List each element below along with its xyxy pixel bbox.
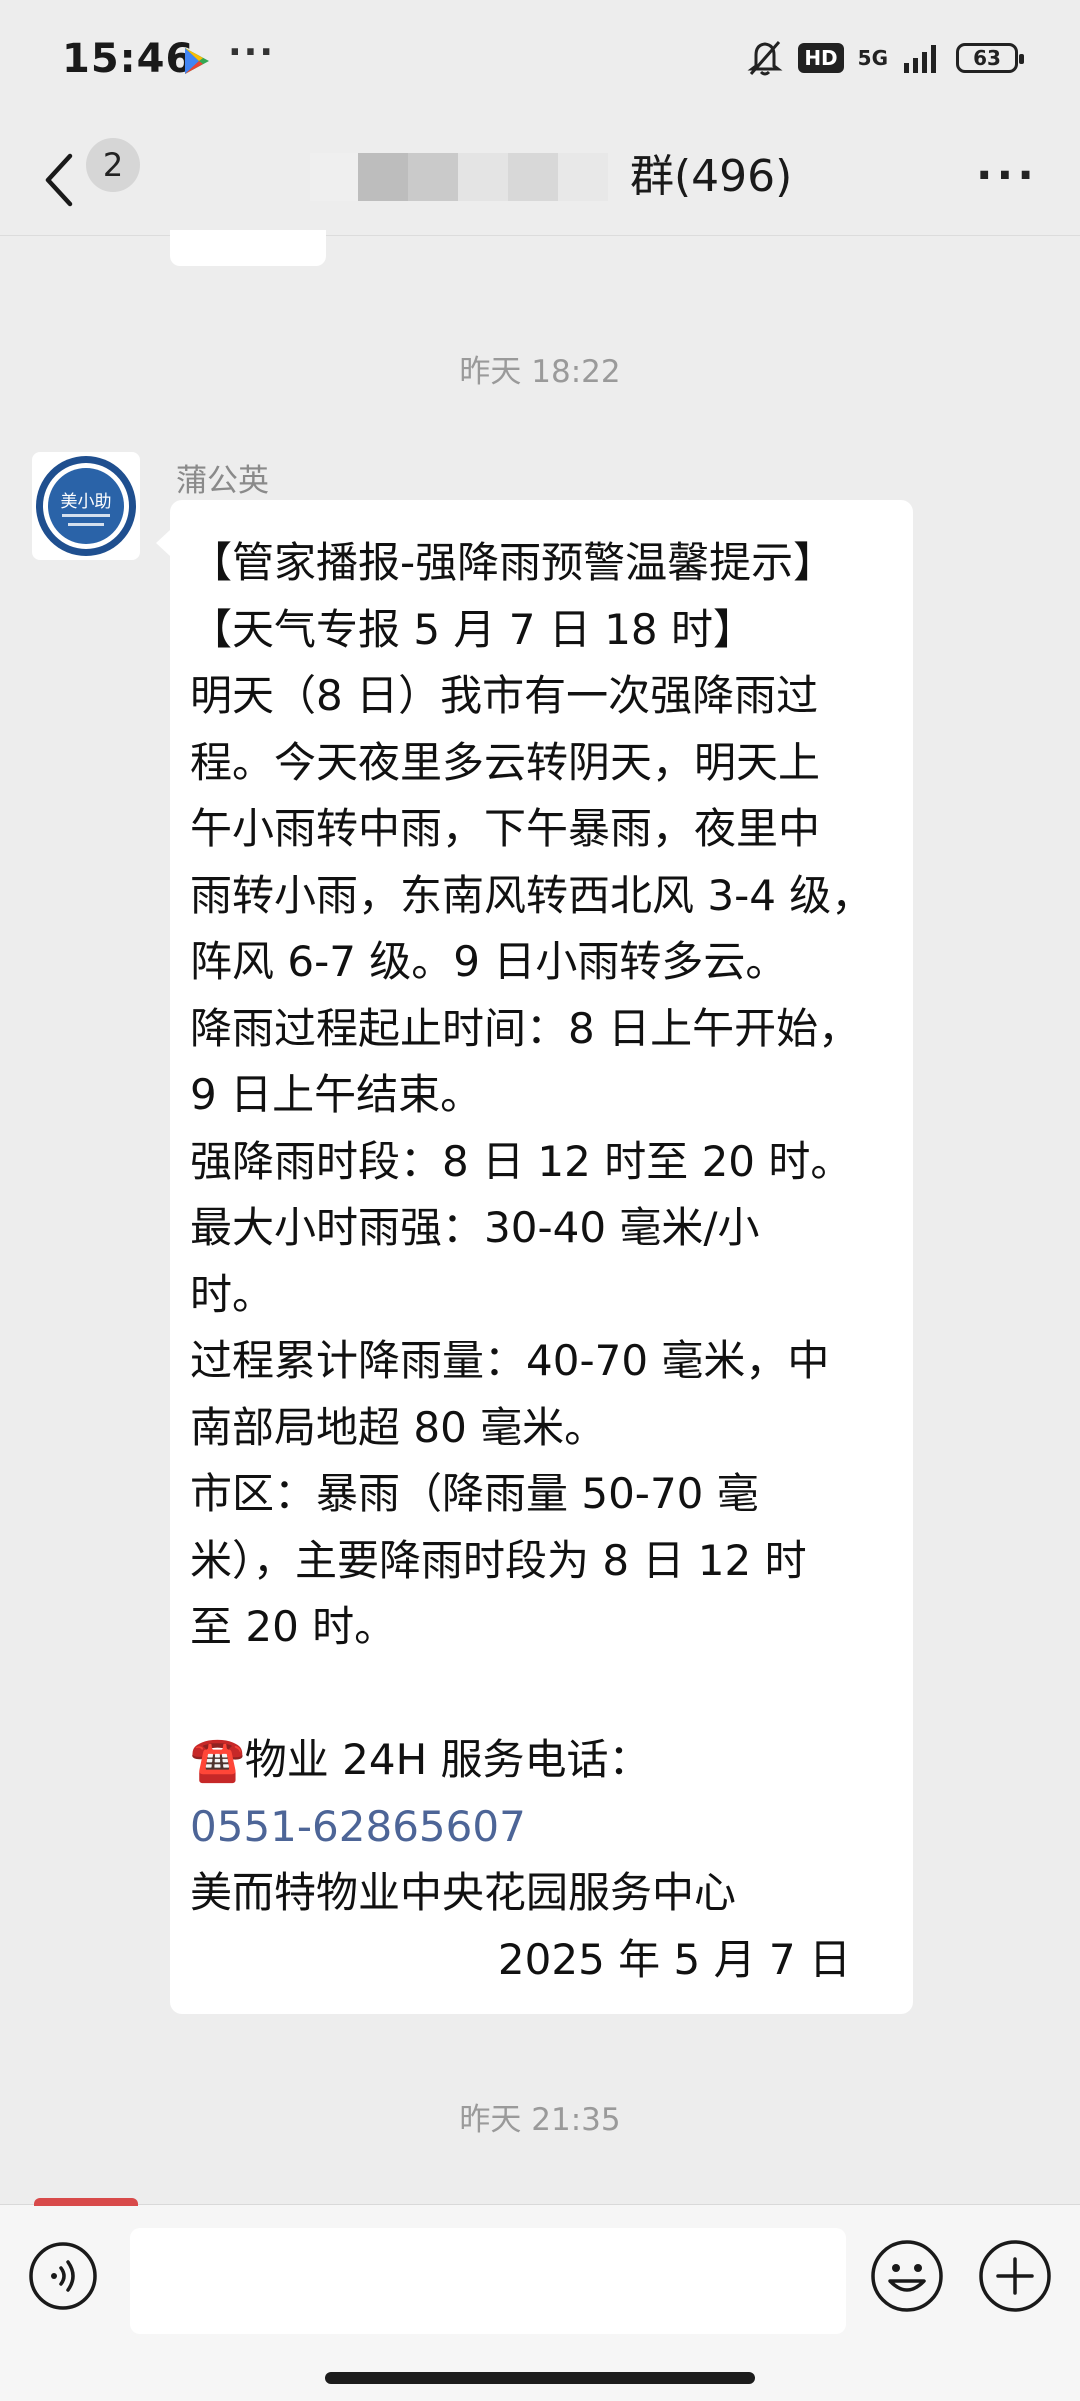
message-line: 至 20 时。 [190, 1602, 397, 1651]
battery-icon: 63 [956, 43, 1024, 73]
message-line: 雨转小雨，东南风转西北风 3-4 级， [190, 870, 874, 920]
title-redacted-blur [458, 153, 508, 201]
signal-icon [904, 45, 936, 73]
chat-title[interactable]: 群(496) [630, 140, 792, 204]
status-bar: 15:46 ··· HD 5G 63 [0, 0, 1080, 130]
message-bubble[interactable]: 【管家播报-强降雨预警温馨提示】 【天气专报 5 月 7 日 18 时】 明天（… [156, 500, 913, 2014]
date-line: 2025 年 5 月 7 日 [497, 1934, 851, 1984]
back-arrow-icon[interactable] [40, 148, 80, 212]
next-sender-avatar[interactable] [34, 2198, 138, 2206]
message-line: 强降雨时段：8 日 12 时至 20 时。 [190, 1136, 853, 1186]
sender-avatar[interactable]: 美小助 [32, 452, 140, 560]
message-line: 降雨过程起止时间：8 日上午开始， [190, 1003, 861, 1053]
message-line: 9 日上午结束。 [190, 1070, 483, 1119]
service-line: ☎️物业 24H 服务电话： [190, 1727, 893, 1794]
message-line: 明天（8 日）我市有一次强降雨过 [190, 671, 819, 720]
emoji-icon[interactable] [870, 2239, 944, 2313]
previous-message-bubble[interactable] [170, 230, 326, 266]
unread-count-badge[interactable]: 2 [86, 138, 140, 192]
sender-name: 蒲公英 [176, 463, 269, 499]
message-line: 过程累计降雨量：40-70 毫米，中 [190, 1336, 830, 1385]
hd-icon: HD [798, 43, 844, 73]
message-line: 【管家播报-强降雨预警温馨提示】 [190, 538, 836, 587]
status-time: 15:46 [62, 36, 195, 82]
title-redacted-blur [358, 153, 408, 201]
message-line: 阵风 6-7 级。9 日小雨转多云。 [190, 937, 788, 986]
avatar-logo-icon: 美小助 [36, 456, 136, 556]
voice-input-icon[interactable] [28, 2241, 98, 2311]
play-store-icon [185, 48, 209, 74]
message-timestamp: 昨天 18:22 [459, 354, 621, 390]
message-timestamp: 昨天 21:35 [459, 2102, 621, 2138]
title-redacted-blur [408, 153, 458, 201]
message-line: 米），主要降雨时段为 8 日 12 时 [190, 1535, 807, 1585]
network-5g-icon: 5G [857, 46, 888, 70]
mute-bell-icon [747, 41, 783, 76]
message-line: 市区：暴雨（降雨量 50-70 毫 [190, 1469, 759, 1518]
organization-line: 美而特物业中央花园服务中心 [190, 1868, 737, 1917]
message-line: 【天气专报 5 月 7 日 18 时】 [190, 604, 755, 654]
svg-text:美小助: 美小助 [61, 492, 112, 512]
title-redacted-blur [508, 153, 558, 201]
plus-icon[interactable] [978, 2239, 1052, 2313]
more-options-icon[interactable]: ··· [976, 150, 1038, 201]
message-input[interactable] [130, 2228, 846, 2334]
title-redacted-blur [558, 153, 608, 201]
more-notifications-icon: ··· [228, 32, 276, 73]
service-label: 物业 24H 服务电话： [244, 1735, 651, 1784]
message-line: 南部局地超 80 毫米。 [190, 1402, 607, 1452]
home-indicator[interactable] [325, 2372, 755, 2384]
message-line: 午小雨转中雨，下午暴雨，夜里中 [190, 804, 821, 853]
message-line: 时。 [190, 1269, 275, 1319]
phone-link[interactable]: 0551-62865607 [190, 1794, 893, 1861]
title-redacted-blur [310, 153, 360, 201]
message-line: 程。今天夜里多云转阴天，明天上 [190, 737, 821, 787]
message-line: 最大小时雨强：30-40 毫米/小 [190, 1203, 760, 1252]
telephone-icon: ☎️ [190, 1734, 245, 1785]
